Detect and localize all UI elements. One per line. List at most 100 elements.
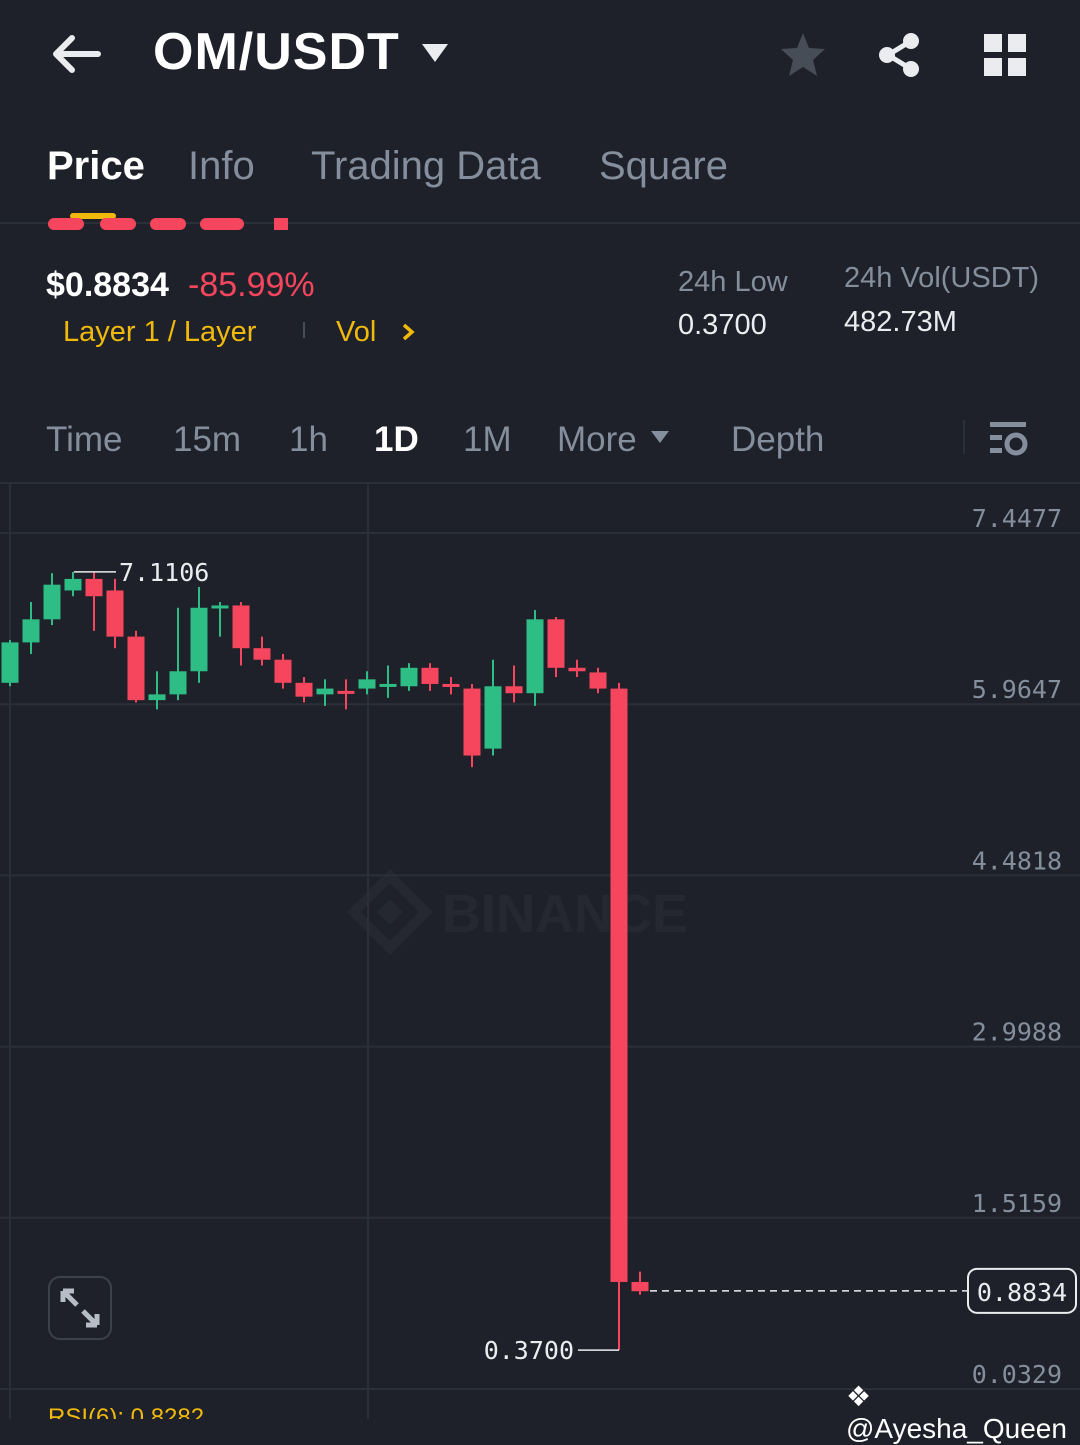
candle bbox=[295, 677, 313, 703]
candle bbox=[22, 602, 40, 654]
depth-tab[interactable]: Depth bbox=[731, 420, 824, 460]
binance-watermark: BINANCE bbox=[346, 868, 688, 956]
interval-separator bbox=[963, 420, 965, 454]
candle-body bbox=[379, 683, 397, 687]
candle-body bbox=[43, 584, 61, 620]
candle-body bbox=[568, 667, 586, 672]
low-price-label: 0.3700 bbox=[484, 1336, 574, 1365]
caret-down-icon[interactable] bbox=[420, 42, 450, 64]
expand-icon bbox=[60, 1288, 100, 1328]
user-watermark: ❖ @Ayesha_Queen bbox=[846, 1380, 1080, 1445]
candle-body bbox=[295, 682, 313, 697]
last-price: $0.8834 bbox=[46, 266, 169, 304]
candle-body bbox=[22, 619, 40, 643]
category-tag[interactable]: Layer 1 / Layer bbox=[63, 316, 256, 349]
binance-square-icon: ❖ bbox=[846, 1381, 872, 1412]
clipped-price-fragment bbox=[48, 218, 288, 230]
candle bbox=[463, 683, 481, 768]
candle bbox=[526, 610, 544, 706]
candle bbox=[127, 630, 145, 703]
y-axis: 7.44775.96474.48182.99881.51590.0329 bbox=[972, 504, 1062, 1389]
low-value: 0.3700 bbox=[678, 309, 767, 341]
candle-body bbox=[148, 694, 166, 701]
watermark-user: @Ayesha_Queen bbox=[846, 1413, 1067, 1444]
share-icon[interactable] bbox=[874, 30, 924, 80]
watermark-text: BINANCE bbox=[442, 884, 688, 944]
candle-body bbox=[505, 686, 523, 694]
interval-more[interactable]: More bbox=[557, 420, 637, 460]
tag-separator bbox=[303, 322, 305, 338]
interval-1h[interactable]: 1h bbox=[289, 420, 328, 460]
pair-title[interactable]: OM/USDT bbox=[153, 22, 400, 82]
chart-settings-icon[interactable] bbox=[986, 418, 1030, 458]
candle bbox=[211, 602, 229, 637]
tab-trading-data[interactable]: Trading Data bbox=[311, 144, 541, 189]
y-tick-label: 2.9988 bbox=[972, 1018, 1062, 1047]
candle-body bbox=[211, 605, 229, 609]
candle-body bbox=[274, 659, 292, 683]
price-change: -85.99% bbox=[188, 266, 315, 304]
candle-body bbox=[169, 671, 187, 695]
candle-body bbox=[106, 590, 124, 637]
candle-body bbox=[316, 688, 334, 695]
tab-info[interactable]: Info bbox=[188, 144, 255, 189]
interval-1m[interactable]: 1M bbox=[463, 420, 512, 460]
y-tick-label: 4.4818 bbox=[972, 846, 1062, 875]
candle-body bbox=[1, 642, 19, 683]
candle bbox=[169, 607, 187, 701]
interval-time[interactable]: Time bbox=[46, 420, 122, 460]
candle bbox=[253, 636, 271, 666]
back-arrow-icon[interactable] bbox=[48, 30, 104, 78]
candle-body bbox=[190, 607, 208, 672]
grid-icon[interactable] bbox=[982, 32, 1028, 78]
candle-body bbox=[589, 672, 607, 689]
high-price-label: 7.1106 bbox=[119, 558, 209, 587]
candle-body bbox=[400, 667, 418, 687]
candle bbox=[421, 663, 439, 691]
candle-body bbox=[442, 683, 460, 687]
candle bbox=[1, 640, 19, 687]
interval-15m[interactable]: 15m bbox=[173, 420, 241, 460]
vol-link[interactable]: Vol bbox=[336, 316, 376, 349]
candle bbox=[589, 667, 607, 694]
candle bbox=[43, 573, 61, 626]
current-price-label: 0.8834 bbox=[977, 1278, 1067, 1307]
candle-body bbox=[484, 686, 502, 749]
y-tick-label: 1.5159 bbox=[972, 1189, 1062, 1218]
candle bbox=[232, 602, 250, 666]
candles bbox=[1, 571, 649, 1351]
candle-body bbox=[85, 578, 103, 597]
expand-chart-button[interactable] bbox=[48, 1276, 112, 1340]
candle-body bbox=[463, 688, 481, 756]
candle bbox=[316, 679, 334, 706]
candle bbox=[400, 663, 418, 691]
candle-body bbox=[547, 619, 565, 668]
candle-body bbox=[421, 667, 439, 684]
candle bbox=[610, 682, 628, 1351]
interval-1d[interactable]: 1D bbox=[374, 420, 419, 460]
caret-down-icon[interactable] bbox=[650, 430, 670, 444]
candle-body bbox=[610, 688, 628, 1282]
candle-body bbox=[337, 690, 355, 694]
candle-body bbox=[127, 636, 145, 701]
candle bbox=[190, 586, 208, 683]
star-icon[interactable] bbox=[778, 30, 828, 80]
candle bbox=[631, 1271, 649, 1295]
candle bbox=[484, 659, 502, 756]
tab-price[interactable]: Price bbox=[47, 144, 145, 189]
candle bbox=[568, 659, 586, 678]
candle-body bbox=[253, 648, 271, 660]
vol-value: 482.73M bbox=[844, 306, 957, 338]
price-chart[interactable]: BINANCE 7.1106 0.3700 0.8834 7.4477 5.9647 4… bbox=[0, 482, 1080, 1419]
candle bbox=[358, 671, 376, 695]
candle bbox=[106, 578, 124, 649]
candle bbox=[64, 571, 82, 597]
candle bbox=[505, 665, 523, 703]
candle-body bbox=[232, 605, 250, 649]
y-tick-label: 5.9647 bbox=[972, 675, 1062, 704]
chart-overlay: 7.1106 0.3700 0.8834 bbox=[74, 558, 1077, 1365]
tab-square[interactable]: Square bbox=[599, 144, 728, 189]
candle-body bbox=[64, 578, 82, 591]
candle-body bbox=[358, 679, 376, 689]
chevron-right-icon[interactable] bbox=[400, 322, 416, 342]
